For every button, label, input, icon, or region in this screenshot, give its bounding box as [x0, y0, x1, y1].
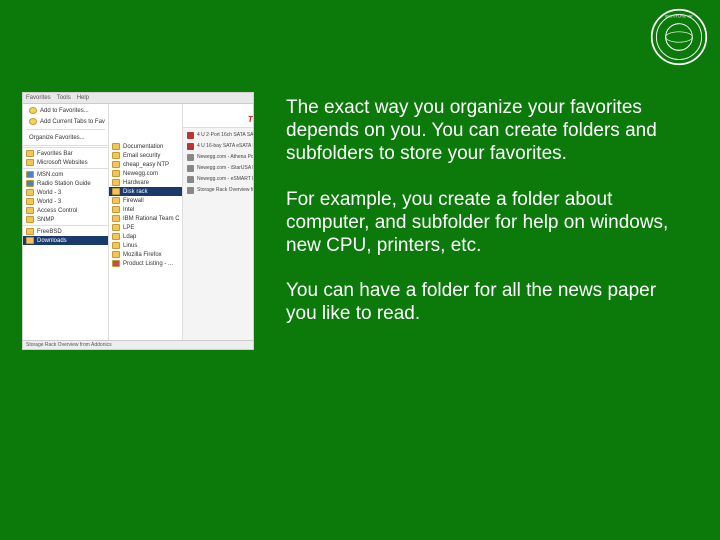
list-item: Radio Station Guide: [23, 179, 108, 188]
list-item: Ldap: [109, 232, 182, 241]
list-item: Firewall: [109, 196, 182, 205]
list-item: FreeBSD: [23, 227, 108, 236]
screenshot-statusbar: Storage Rack Overview from Addonics: [23, 340, 253, 349]
list-item-selected: Downloads: [23, 236, 108, 245]
list-item: Email security: [109, 151, 182, 160]
list-item: Hardware: [109, 178, 182, 187]
menu-favorites: Favorites: [26, 95, 51, 101]
favorites-screenshot: Favorites Tools Help Add to Favorites...…: [22, 92, 254, 350]
list-item: Mozilla Firefox: [109, 250, 182, 259]
list-item: cheap_easy NTP: [109, 160, 182, 169]
menu-help: Help: [77, 95, 89, 101]
institute-seal-logo: INSTITUTE OF: [650, 8, 708, 66]
action-organize: Organize Favorites...: [26, 133, 105, 142]
list-item: Favorites Bar: [23, 149, 108, 158]
right-banner: ! Thinking.: [183, 104, 254, 128]
slide-text: The exact way you organize your favorite…: [286, 96, 676, 347]
list-item: LPE: [109, 223, 182, 232]
list-item: MSN.com: [23, 170, 108, 179]
screenshot-menubar: Favorites Tools Help: [23, 93, 253, 104]
list-item: Microsoft Websites: [23, 158, 108, 167]
svg-text:INSTITUTE OF: INSTITUTE OF: [665, 13, 693, 18]
menu-tools: Tools: [57, 95, 71, 101]
screenshot-left-col: Add to Favorites... Add Current Tabs to …: [23, 104, 109, 349]
paragraph-3: You can have a folder for all the news p…: [286, 279, 676, 325]
list-item: Access Control: [23, 206, 108, 215]
list-item: Newegg.com - eSMART ES 500: [185, 175, 254, 184]
list-item: Documentation: [109, 142, 182, 151]
list-item: 4 U 2-Port 16ch SATA SAS Multilane: [185, 131, 254, 140]
screenshot-right-col: ! Thinking. 4 U 2-Port 16ch SATA SAS Mul…: [183, 104, 254, 349]
list-item: Storage Rack Overview from Addonics: [185, 186, 254, 195]
screenshot-mid-col: Documentation Email security cheap_easy …: [109, 104, 183, 349]
list-item: Newegg.com: [109, 169, 182, 178]
list-item-selected: Disk rack: [109, 187, 182, 196]
list-item: Linus: [109, 241, 182, 250]
list-item: 4 U 16-bay SATA eSATA Port Multiplier: [185, 142, 254, 151]
list-item: Intel: [109, 205, 182, 214]
list-item: World - 3: [23, 188, 108, 197]
list-item: Product Listing - ...: [109, 259, 182, 268]
list-item: Newegg.com - iStarUSA D-400-2 4U...: [185, 164, 254, 173]
action-add-tabs: Add Current Tabs to Favorites...: [26, 117, 105, 126]
list-item: Newegg.com - Athena Power 4U 14b...: [185, 153, 254, 162]
paragraph-2: For example, you create a folder about c…: [286, 188, 676, 258]
list-item: SNMP: [23, 215, 108, 224]
list-item: World - 3: [23, 197, 108, 206]
paragraph-1: The exact way you organize your favorite…: [286, 96, 676, 166]
action-add-fav: Add to Favorites...: [26, 106, 105, 115]
list-item: IBM Rational Team C: [109, 214, 182, 223]
